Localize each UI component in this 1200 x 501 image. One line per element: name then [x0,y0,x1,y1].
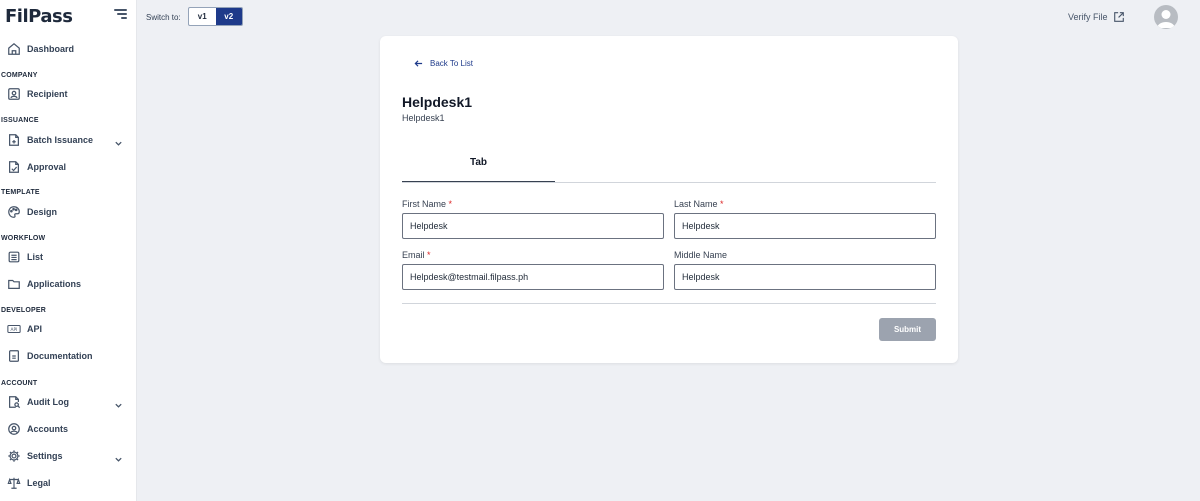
sidebar-item-settings[interactable]: Settings [0,445,136,467]
book-icon [7,349,21,363]
sidebar-item-design[interactable]: Design [0,201,136,223]
sidebar-item-approval[interactable]: Approval [0,156,136,178]
page-title: Helpdesk1 [402,94,473,110]
version-switch: v1 v2 [188,7,243,26]
submit-button[interactable]: Submit [879,318,936,341]
list-icon [7,250,21,264]
sidebar-item-label: Settings [27,451,63,461]
sidebar-item-label: Legal [27,478,51,488]
document-check-icon [7,160,21,174]
sidebar: FilPass Dashboard COMPANY Recipient ISSU… [0,0,137,501]
email-label: Email * [402,250,431,260]
sidebar-item-api[interactable]: API API [0,318,136,340]
sidebar-item-label: Batch Issuance [27,135,94,145]
sidebar-item-label: List [27,252,44,262]
switch-label: Switch to: [146,13,181,22]
chevron-down-icon[interactable] [114,135,123,146]
sidebar-item-label: Audit Log [27,397,69,407]
sidebar-item-label: Dashboard [27,44,75,54]
gear-icon [7,449,21,463]
api-icon: API [7,322,21,336]
sidebar-item-label: Documentation [27,351,93,361]
version-v2-button[interactable]: v2 [215,8,242,25]
section-developer: DEVELOPER [1,307,46,314]
required-marker: * [448,199,453,209]
sidebar-item-documentation[interactable]: Documentation [0,345,136,367]
last-name-label-text: Last Name [674,199,718,209]
section-issuance: ISSUANCE [1,117,39,124]
middle-name-label: Middle Name [674,250,727,260]
home-icon [7,42,21,56]
section-account: ACCOUNT [1,380,38,387]
section-workflow: WORKFLOW [1,235,46,242]
tab-divider [402,182,936,183]
sidebar-item-list[interactable]: List [0,246,136,268]
middle-name-field[interactable] [674,264,936,290]
sidebar-item-label: API [27,324,43,334]
filpass-logo[interactable]: FilPass [5,6,73,27]
arrow-left-icon [414,60,423,67]
back-label: Back To List [430,59,473,68]
scale-icon [7,476,21,490]
section-template: TEMPLATE [1,189,40,196]
required-marker: * [720,199,724,209]
version-v1-button[interactable]: v1 [189,8,216,25]
email-field[interactable] [402,264,664,290]
middle-name-label-text: Middle Name [674,250,728,260]
last-name-label: Last Name * [674,199,724,209]
svg-text:API: API [11,327,18,333]
first-name-label: First Name * [402,199,452,209]
last-name-field[interactable] [674,213,936,239]
chevron-down-icon[interactable] [114,451,123,462]
section-company: COMPANY [1,72,38,79]
back-to-list-link[interactable]: Back To List [414,59,473,68]
tab-tab[interactable]: Tab [402,151,555,183]
sidebar-item-batch-issuance[interactable]: Batch Issuance [0,129,136,151]
sidebar-item-audit-log[interactable]: Audit Log [0,391,136,413]
menu-toggle-icon[interactable] [114,9,128,21]
page-subtitle: Helpdesk1 [402,113,445,123]
chevron-down-icon[interactable] [114,397,123,408]
sidebar-item-dashboard[interactable]: Dashboard [0,38,136,60]
avatar[interactable] [1154,5,1178,29]
sidebar-item-label: Recipient [27,89,68,99]
required-marker: * [427,250,431,260]
user-card-icon [7,87,21,101]
document-plus-icon [7,133,21,147]
sidebar-item-applications[interactable]: Applications [0,273,136,295]
sidebar-item-label: Approval [27,162,67,172]
verify-file-link[interactable]: Verify File [1068,11,1125,23]
first-name-label-text: First Name [402,199,447,209]
document-search-icon [7,395,21,409]
first-name-field[interactable] [402,213,664,239]
email-label-text: Email [402,250,425,260]
sidebar-item-accounts[interactable]: Accounts [0,418,136,440]
sidebar-item-legal[interactable]: Legal [0,472,136,494]
palette-icon [7,205,21,219]
folder-icon [7,277,21,291]
external-link-icon [1113,12,1124,22]
verify-file-label: Verify File [1068,12,1108,22]
sidebar-item-label: Accounts [27,424,69,434]
detail-card: Back To List Helpdesk1 Helpdesk1 Tab Fir… [380,36,958,363]
form-divider [402,303,936,304]
user-circle-icon [7,422,21,436]
sidebar-item-label: Applications [27,279,82,289]
sidebar-item-label: Design [27,207,58,217]
sidebar-item-recipient[interactable]: Recipient [0,83,136,105]
